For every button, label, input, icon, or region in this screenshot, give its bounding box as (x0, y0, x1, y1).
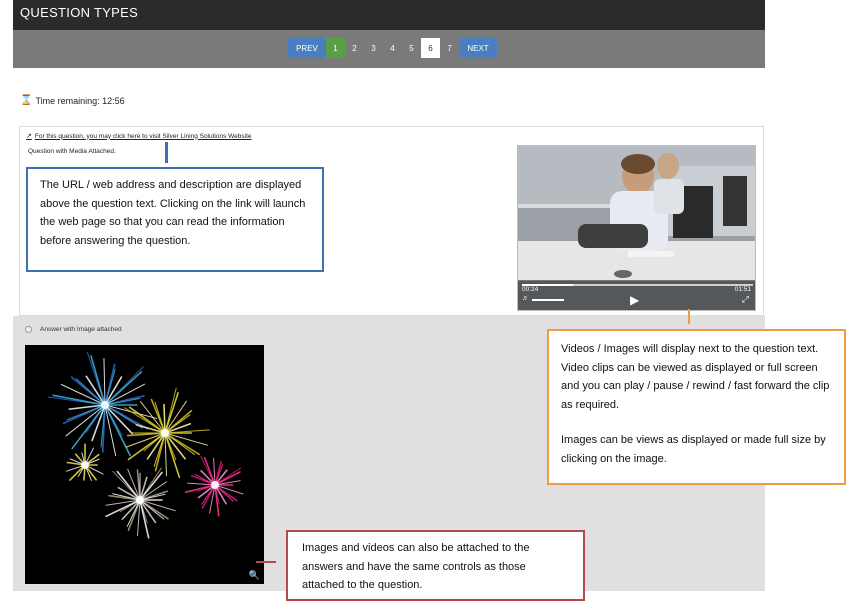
page-button-6[interactable]: 6 (421, 38, 440, 58)
page-button-7[interactable]: 7 (440, 38, 459, 58)
firework-spark (164, 432, 181, 479)
firework-core (161, 429, 169, 437)
question-video[interactable]: 00:24 01:51 ♬ ▶ ⤢ (517, 145, 756, 311)
firework-core (101, 401, 109, 409)
callout-connector-orange (688, 309, 690, 324)
callout-media-text-1: Videos / Images will display next to the… (561, 343, 830, 411)
callout-url-text: The URL / web address and description ar… (40, 179, 306, 247)
fullscreen-icon[interactable]: ⤢ (742, 294, 749, 305)
firework-spark (104, 404, 117, 457)
callout-url: The URL / web address and description ar… (26, 167, 324, 272)
page-button-3[interactable]: 3 (364, 38, 383, 58)
fireworks-image (47, 351, 244, 539)
firework-core (211, 481, 219, 489)
page-button-4[interactable]: 4 (383, 38, 402, 58)
callout-connector-blue (165, 142, 168, 163)
callout-answer: Images and videos can also be attached t… (286, 530, 585, 601)
answer-image[interactable]: 🔍 (25, 345, 264, 584)
volume-icon[interactable]: ♬ (522, 295, 529, 302)
firework-core (136, 496, 144, 504)
callout-media: Videos / Images will display next to the… (547, 329, 846, 485)
play-icon[interactable]: ▶ (630, 293, 639, 307)
answer-radio[interactable] (25, 326, 32, 333)
firework-spark (103, 358, 106, 406)
question-link-text[interactable]: For this question, you may click here to… (35, 133, 252, 140)
volume-slider[interactable] (532, 299, 564, 301)
pagination-bar: PREV 1 2 3 4 5 6 7 NEXT (13, 30, 765, 68)
question-link[interactable]: ↗ For this question, you may click here … (26, 132, 252, 141)
callout-connector-red (256, 561, 276, 563)
page-title: QUESTION TYPES (20, 5, 139, 20)
firework-spark (163, 403, 166, 434)
firework-spark (164, 432, 208, 446)
firework-spark (90, 355, 106, 406)
callout-media-text-2: Images can be views as displayed or made… (561, 434, 826, 465)
page-button-1[interactable]: 1 (326, 38, 345, 58)
video-progress[interactable] (522, 284, 753, 286)
firework-core (81, 461, 89, 469)
firework-spark (52, 394, 106, 406)
answer-label: Answer with Image attached (40, 326, 122, 333)
pagination: PREV 1 2 3 4 5 6 7 NEXT (288, 38, 497, 58)
page-button-2[interactable]: 2 (345, 38, 364, 58)
next-button[interactable]: NEXT (459, 38, 497, 58)
external-link-icon: ↗ (26, 133, 32, 140)
hourglass-icon: ⌛ (20, 95, 33, 106)
time-remaining: ⌛ Time remaining: 12:56 (20, 95, 125, 106)
video-duration: 01:51 (734, 286, 751, 293)
question-text: Question with Media Attached. (28, 148, 116, 155)
time-remaining-text: Time remaining: 12:56 (35, 95, 125, 106)
prev-button[interactable]: PREV (288, 38, 326, 58)
page-button-5[interactable]: 5 (402, 38, 421, 58)
callout-answer-text: Images and videos can also be attached t… (302, 542, 530, 591)
page-header: QUESTION TYPES (13, 0, 765, 30)
search-icon[interactable]: 🔍 (249, 570, 260, 581)
video-elapsed: 00:24 (522, 286, 539, 293)
